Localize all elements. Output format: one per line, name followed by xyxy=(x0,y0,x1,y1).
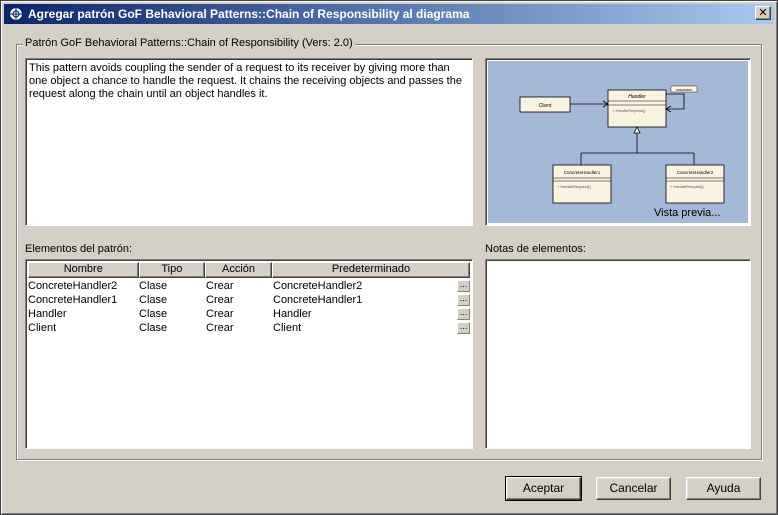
pattern-group-label: Patrón GoF Behavioral Patterns::Chain of… xyxy=(23,37,355,49)
pattern-description[interactable]: This pattern avoids coupling the sender … xyxy=(25,58,473,226)
elements-label: Elementos del patrón: xyxy=(25,243,133,255)
client-class-name: Client xyxy=(539,103,552,109)
cell-accion: Crear xyxy=(206,280,234,292)
cell-predeterminado: ConcreteHandler2 xyxy=(273,280,363,292)
list-header: Nombre Tipo Acción Predeterminado xyxy=(28,262,470,278)
row-edit-button[interactable]: ... xyxy=(457,322,470,334)
cell-nombre: ConcreteHandler1 xyxy=(28,294,118,306)
concrete-handler2-class-name: ConcreteHandler2 xyxy=(677,170,714,175)
cell-tipo: Clase xyxy=(139,308,168,320)
cancel-button[interactable]: Cancelar xyxy=(596,477,671,500)
cell-nombre: Client xyxy=(28,322,57,334)
window-title: Agregar patrón GoF Behavioral Patterns::… xyxy=(28,7,470,21)
column-header-predeterminado[interactable]: Predeterminado xyxy=(271,262,470,278)
help-button[interactable]: Ayuda xyxy=(686,477,761,500)
cell-accion: Crear xyxy=(206,294,234,306)
close-button[interactable]: ✕ xyxy=(755,6,771,20)
concrete-handler1-operation: + HandleRequest() xyxy=(557,184,591,189)
cell-accion: Crear xyxy=(206,322,234,334)
handler-class-operation: + HandleRequest() xyxy=(612,108,646,113)
pattern-preview: Client Handler + HandleRequest() success… xyxy=(485,58,751,226)
cell-tipo: Clase xyxy=(139,280,168,292)
cell-predeterminado: Client xyxy=(273,322,302,334)
notes-label: Notas de elementos: xyxy=(485,243,586,255)
app-icon xyxy=(8,6,24,22)
element-notes-box[interactable] xyxy=(485,259,751,449)
generalization-triangle xyxy=(633,126,641,134)
successor-association xyxy=(666,93,685,110)
cell-nombre: Handler xyxy=(28,308,67,320)
cell-accion: Crear xyxy=(206,308,234,320)
cell-nombre: ConcreteHandler2 xyxy=(28,280,118,292)
pattern-elements-list[interactable]: Nombre Tipo Acción Predeterminado Concre… xyxy=(25,259,473,449)
column-header-accion[interactable]: Acción xyxy=(205,262,272,278)
cell-predeterminado: ConcreteHandler1 xyxy=(273,294,363,306)
cell-tipo: Clase xyxy=(139,294,168,306)
dialog-window: Agregar patrón GoF Behavioral Patterns::… xyxy=(0,0,778,515)
cell-predeterminado: Handler xyxy=(273,308,312,320)
row-edit-button[interactable]: ... xyxy=(457,294,470,306)
accept-button[interactable]: Aceptar xyxy=(505,476,582,501)
table-row[interactable]: Handler Clase Crear Handler ... xyxy=(28,307,470,321)
title-bar[interactable]: Agregar patrón GoF Behavioral Patterns::… xyxy=(4,4,774,24)
column-header-tipo[interactable]: Tipo xyxy=(138,262,206,278)
row-edit-button[interactable]: ... xyxy=(457,308,470,320)
successor-role-label: successor xyxy=(676,88,693,92)
concrete-handler2-operation: + HandleRequest() xyxy=(670,184,704,189)
table-row[interactable]: ConcreteHandler1 Clase Crear ConcreteHan… xyxy=(28,293,470,307)
preview-caption: Vista previa... xyxy=(654,207,721,219)
preview-diagram: Client Handler + HandleRequest() success… xyxy=(519,85,725,204)
cell-tipo: Clase xyxy=(139,322,168,334)
row-edit-button[interactable]: ... xyxy=(457,280,470,292)
table-row[interactable]: ConcreteHandler2 Clase Crear ConcreteHan… xyxy=(28,279,470,293)
close-icon: ✕ xyxy=(758,6,768,19)
preview-canvas: Client Handler + HandleRequest() success… xyxy=(488,61,748,223)
concrete-handler1-class-name: ConcreteHandler1 xyxy=(564,170,601,175)
handler-class-name: Handler xyxy=(628,94,646,100)
table-row[interactable]: Client Clase Crear Client ... xyxy=(28,321,470,335)
list-rows: ConcreteHandler2 Clase Crear ConcreteHan… xyxy=(28,279,470,335)
column-header-nombre[interactable]: Nombre xyxy=(28,262,139,278)
